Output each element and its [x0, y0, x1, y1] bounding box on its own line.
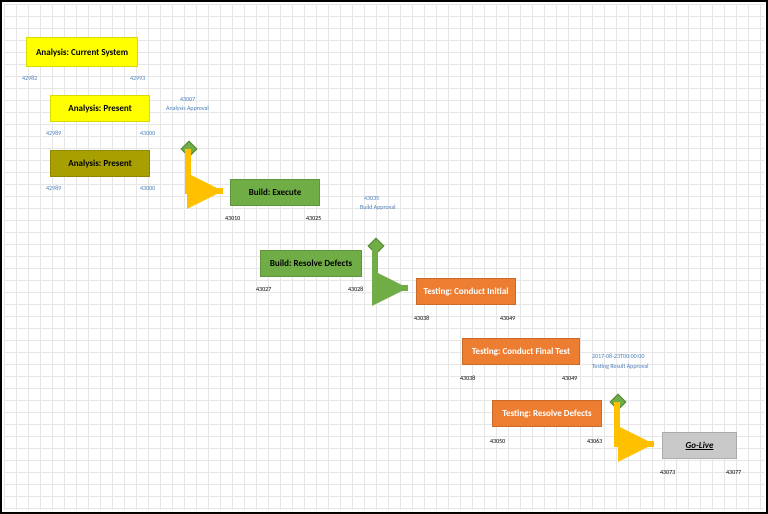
start-date: 43050 — [490, 437, 505, 445]
start-date: 43038 — [460, 374, 475, 382]
step-label: Build: Execute — [249, 187, 302, 198]
start-date: 43038 — [414, 314, 429, 322]
end-date: 43063 — [587, 437, 602, 445]
step-build-resolve[interactable]: Build: Resolve Defects — [260, 250, 362, 277]
end-date: 43049 — [500, 314, 515, 322]
step-label: Go-Live — [686, 440, 714, 451]
milestone-date: 2017-08-23T00:00:00 — [592, 352, 644, 360]
step-label: Testing: Conduct Initial — [424, 286, 509, 297]
end-date: 43049 — [562, 374, 577, 382]
end-date: 43028 — [348, 285, 363, 293]
step-analysis-present-2[interactable]: Analysis: Present — [50, 150, 150, 177]
step-testing-resolve[interactable]: Testing: Resolve Defects — [492, 400, 602, 427]
milestone-date: 43035 — [364, 194, 379, 202]
step-analysis-present-1[interactable]: Analysis: Present — [50, 95, 150, 122]
step-label: Testing: Conduct Final Test — [472, 346, 570, 357]
step-analysis-current[interactable]: Analysis: Current System — [26, 37, 138, 67]
step-label: Analysis: Present — [68, 103, 131, 114]
end-date: 43000 — [140, 129, 155, 137]
end-date: 43077 — [726, 468, 741, 476]
step-build-execute[interactable]: Build: Execute — [230, 179, 320, 206]
end-date: 43000 — [140, 184, 155, 192]
start-date: 43010 — [225, 214, 240, 222]
start-date: 43073 — [660, 468, 675, 476]
milestone-date: 43007 — [180, 95, 195, 103]
step-label: Analysis: Current System — [36, 47, 128, 58]
milestone-label: Analysis Approval — [166, 104, 209, 112]
start-date: 42989 — [46, 184, 61, 192]
step-label: Analysis: Present — [68, 158, 131, 169]
end-date: 43025 — [306, 214, 321, 222]
milestone-label: Build Approval — [360, 203, 395, 211]
start-date: 42982 — [22, 74, 37, 82]
start-date: 43027 — [256, 285, 271, 293]
end-date: 42993 — [130, 74, 145, 82]
step-go-live[interactable]: Go-Live — [662, 432, 737, 459]
step-testing-final[interactable]: Testing: Conduct Final Test — [462, 338, 580, 365]
step-label: Testing: Resolve Defects — [502, 408, 591, 419]
milestone-label: Testing Result Approval — [592, 362, 649, 370]
step-testing-initial[interactable]: Testing: Conduct Initial — [416, 278, 516, 305]
start-date: 42989 — [46, 129, 61, 137]
step-label: Build: Resolve Defects — [270, 258, 352, 269]
